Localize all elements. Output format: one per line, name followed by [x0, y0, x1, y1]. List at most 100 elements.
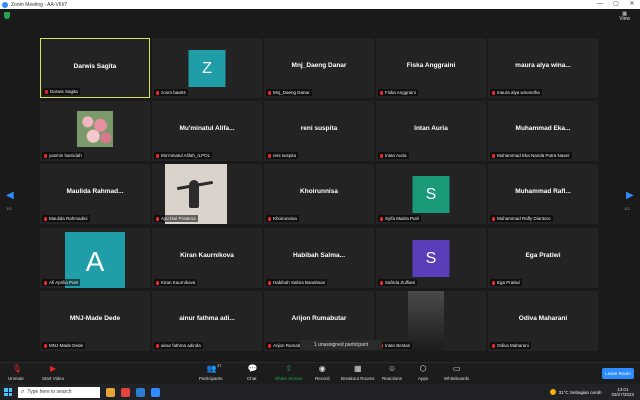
participant-tile[interactable]: yasmin hamidah — [40, 101, 150, 161]
muted-mic-icon — [44, 343, 47, 348]
participant-label-text: Khoirunnisa — [273, 216, 297, 221]
muted-mic-icon — [380, 90, 383, 95]
view-label: View — [619, 16, 630, 22]
system-tray: 31°C Sebagian cerah 13:01 03/27/2023 — [549, 387, 640, 397]
participant-tile[interactable]: Ega Pratiwi Ega Pratiwi — [488, 228, 598, 288]
participant-name-label: maura alya winandha — [490, 89, 542, 96]
participant-display-name: maura alya wina... — [515, 62, 571, 69]
participant-name-label: MNJ-Made Dede — [42, 342, 86, 349]
participant-tile[interactable]: Intan Bestari — [376, 291, 486, 351]
participant-label-text: Muhammad Rafly Diantoro — [497, 216, 551, 221]
participant-label-text: Afi Aprilia Putri — [49, 280, 79, 285]
reactions-button[interactable]: ☺ Reactions — [382, 365, 403, 382]
participant-display-name: Khoirunnisa — [300, 188, 338, 195]
maximize-button[interactable]: ▢ — [608, 0, 624, 9]
whiteboards-label: Whiteboards — [444, 376, 470, 381]
participant-tile[interactable]: Muhammad Eka... Muhammad Eka Nanda Putra … — [488, 101, 598, 161]
participant-tile[interactable]: reni suspita reni suspita — [264, 101, 374, 161]
unmute-label: Unmute — [8, 376, 24, 381]
breakout-rooms-label: Breakout Rooms — [341, 376, 375, 381]
participant-label-text: Intan Auria — [385, 153, 407, 158]
chat-button[interactable]: 💬 Chat — [247, 365, 258, 382]
participant-tile[interactable]: Odiva Maharani Odiva Maharani — [488, 291, 598, 351]
weather-temp: 31°C — [558, 389, 569, 395]
participant-display-name: Odiva Maharani — [518, 315, 568, 322]
participant-tile[interactable]: Zzoom baa04 — [152, 38, 262, 98]
meeting-topbar: ▦ View — [0, 9, 640, 24]
muted-mic-icon — [380, 280, 383, 285]
window-titlebar: Zoom Meeting - AA-VIII/7 — ▢ ✕ — [0, 0, 640, 9]
minimize-button[interactable]: — — [592, 0, 608, 9]
participant-display-name: Arijon Rumabutar — [291, 315, 347, 322]
taskbar-clock[interactable]: 13:01 03/27/2023 — [611, 387, 634, 397]
chrome-icon[interactable] — [121, 387, 130, 397]
participant-display-name: Kiran Kaurnikova — [180, 252, 234, 259]
participant-tile[interactable]: Darwis Sagita Darwis Sagita — [40, 38, 150, 98]
participant-tile[interactable]: Mnj_Daeng Danar Mnj_Daeng Danar — [264, 38, 374, 98]
participant-tile[interactable]: Fiska Anggraini Fiska Anggraini — [376, 38, 486, 98]
participant-name-label: Muhammad Rafly Diantoro — [490, 215, 553, 222]
participant-tile[interactable]: Muhammad Rafl... Muhammad Rafly Diantoro — [488, 164, 598, 224]
share-screen-button[interactable]: ⇧ Share Screen — [275, 365, 303, 382]
participant-name-label: Syifa Maitra Putri — [378, 215, 422, 222]
participant-avatar: S — [412, 240, 450, 277]
participant-label-text: Ega Pratiwi — [497, 280, 520, 285]
participant-name-label: Kiran Kaurnikova — [154, 279, 198, 286]
participant-tile[interactable]: A Afi Aprilia Putri — [40, 228, 150, 288]
muted-mic-icon — [492, 216, 495, 221]
view-button[interactable]: ▦ View — [619, 12, 630, 22]
participant-display-name: Intan Auria — [414, 125, 448, 132]
participant-tile[interactable]: Khoirunnisa Khoirunnisa — [264, 164, 374, 224]
muted-mic-icon — [156, 216, 159, 221]
start-video-button[interactable]: ▶ Start Video — [42, 365, 65, 382]
participant-tile[interactable]: Mu'minatul Alifa... Mu'minatul Alifah_ILP… — [152, 101, 262, 161]
unassigned-participant-notice[interactable]: 1 unassigned participant — [300, 340, 382, 350]
participant-display-name: MNJ-Made Dede — [69, 315, 121, 322]
file-explorer-icon[interactable] — [106, 387, 115, 397]
participant-display-name: Fiska Anggraini — [406, 62, 456, 69]
participant-label-text: maura alya winandha — [497, 90, 540, 95]
participant-name-label: ainur fathma adinda — [154, 342, 203, 349]
participant-tile[interactable]: Ayu Dwi Pratama — [152, 164, 262, 224]
participant-name-label: Fiska Anggraini — [378, 89, 418, 96]
leave-room-button[interactable]: Leave Room — [602, 368, 634, 379]
close-button[interactable]: ✕ — [624, 0, 640, 9]
participant-tile[interactable]: ainur fathma adi... ainur fathma adinda — [152, 291, 262, 351]
muted-mic-icon — [492, 343, 495, 348]
participant-tile[interactable]: Kiran Kaurnikova Kiran Kaurnikova — [152, 228, 262, 288]
participant-label-text: Fiska Anggraini — [385, 90, 416, 95]
profile-photo-flowers — [77, 111, 113, 147]
participant-display-name: Maulida Rahmad... — [66, 188, 124, 195]
muted-mic-icon — [44, 216, 47, 221]
muted-mic-icon — [492, 90, 495, 95]
participant-label-text: Darwis Sagita — [50, 89, 78, 94]
window-title: Zoom Meeting - AA-VIII/7 — [11, 1, 68, 8]
participant-tile[interactable]: maura alya wina... maura alya winandha — [488, 38, 598, 98]
windows-start-icon[interactable] — [4, 388, 12, 396]
participant-tile[interactable]: S Syifa Maitra Putri — [376, 164, 486, 224]
start-video-label: Start Video — [42, 376, 65, 381]
weather-text: Sebagian cerah — [569, 389, 602, 395]
participant-tile[interactable]: Maulida Rahmad... Maulida Rahmadini — [40, 164, 150, 224]
record-button[interactable]: ◉ Record — [315, 365, 330, 382]
security-shield-icon[interactable] — [4, 12, 10, 19]
participant-display-name: Mu'minatul Alifa... — [179, 125, 235, 132]
participant-label-text: Maulida Rahmadini — [49, 216, 88, 221]
reactions-label: Reactions — [382, 376, 403, 381]
participant-label-text: Muhammad Eka Nanda Putra Naser — [497, 153, 570, 158]
participant-tile[interactable]: S Safrida Zulfiani — [376, 228, 486, 288]
next-page-icon[interactable]: ▶ — [626, 190, 634, 201]
participant-tile[interactable]: MNJ-Made Dede MNJ-Made Dede — [40, 291, 150, 351]
unmute-button[interactable]: 🎙 Unmute — [8, 365, 24, 382]
whiteboards-button[interactable]: ▭ Whiteboards — [444, 365, 470, 382]
apps-button[interactable]: ⬡ Apps — [418, 365, 428, 382]
taskbar-search-box[interactable]: ⌕ Type here to search — [18, 386, 100, 398]
participant-tile[interactable]: Intan Auria Intan Auria — [376, 101, 486, 161]
participant-label-text: MNJ-Made Dede — [49, 343, 84, 348]
zoom-taskbar-icon[interactable] — [151, 387, 160, 397]
participant-display-name: Mnj_Daeng Danar — [291, 62, 347, 69]
breakout-rooms-button[interactable]: ▦ Breakout Rooms — [341, 365, 375, 382]
edge-icon[interactable] — [136, 387, 145, 397]
previous-page-icon[interactable]: ◀ — [6, 190, 14, 201]
participant-tile[interactable]: Habibah Salma... Habibah Salma Banahsan — [264, 228, 374, 288]
